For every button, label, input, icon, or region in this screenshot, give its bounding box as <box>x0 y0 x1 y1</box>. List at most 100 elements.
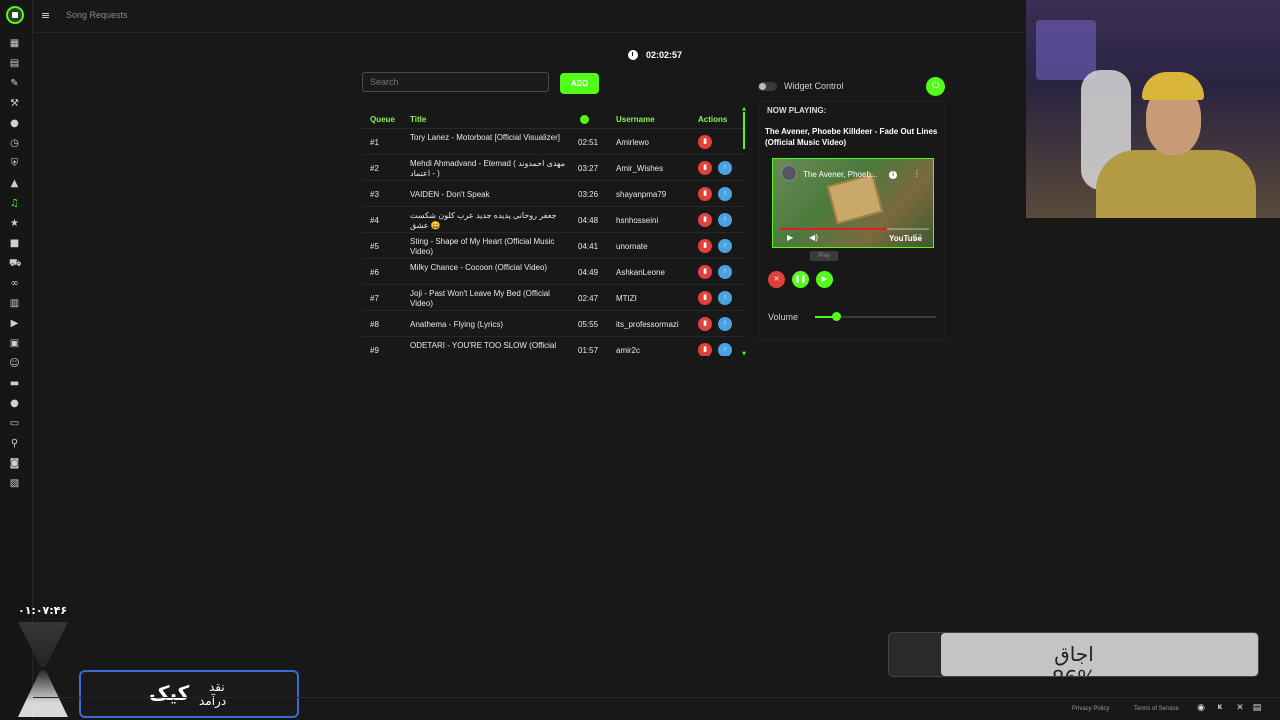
warning-icon[interactable]: ▲ <box>9 178 20 189</box>
queue-number: #4 <box>370 216 379 225</box>
table-row[interactable]: #8 Anathema - Flying (Lyrics) 05:55 its_pro… <box>362 311 746 337</box>
hammer-icon[interactable]: ⚒ <box>9 98 20 109</box>
header-queue[interactable]: Queue <box>370 115 395 124</box>
channel-avatar[interactable] <box>781 165 797 181</box>
timer-value: 02:02:57 <box>646 50 683 60</box>
pen-icon[interactable]: ✎ <box>9 78 20 89</box>
song-title: VAIDEN - Don't Speak <box>410 190 490 199</box>
song-duration: 01:57 <box>578 346 599 355</box>
video-icon[interactable]: ▶ <box>9 318 20 329</box>
video-thumbnail <box>826 173 884 225</box>
menu-toggle-icon[interactable]: ≡ <box>41 10 52 21</box>
document-icon[interactable]: ▤ <box>9 58 20 69</box>
delete-button[interactable]: ▮ <box>698 343 712 356</box>
delete-button[interactable]: ▮ <box>698 161 712 175</box>
delete-button[interactable]: ▮ <box>698 239 712 253</box>
move-up-button[interactable]: ↑ <box>718 213 732 227</box>
app-logo[interactable] <box>6 6 24 24</box>
requester-username: its_professormazi <box>616 320 679 329</box>
queue-number: #6 <box>370 268 379 277</box>
search-input[interactable] <box>362 72 549 92</box>
overlay-elapsed-time: ۰۱:۰۷:۴۶ <box>18 604 68 617</box>
table-row[interactable]: #3 VAIDEN - Don't Speak 03:26 shayanpma79 ▮ ↑ <box>362 181 746 207</box>
scrollbar-thumb[interactable] <box>743 112 745 149</box>
gamepad-icon[interactable]: ◙ <box>9 458 20 469</box>
privacy-policy-link[interactable]: Privacy Policy <box>1072 706 1109 712</box>
add-button[interactable]: ADD <box>560 73 599 94</box>
song-duration: 05:55 <box>578 320 599 329</box>
chat-icon[interactable]: ● <box>9 118 20 129</box>
cart-icon[interactable]: ⛟ <box>9 258 22 269</box>
volume-slider-knob[interactable] <box>831 312 841 321</box>
volume-icon[interactable]: ◀) <box>809 233 818 242</box>
shield-icon[interactable]: ⛨ <box>9 158 20 169</box>
emoji-icon[interactable]: ☺ <box>9 358 20 369</box>
move-up-button[interactable]: ↑ <box>718 317 732 331</box>
table-row[interactable]: #7 Joji - Past Won't Leave My Bed (Offici… <box>362 285 746 311</box>
move-up-button[interactable]: ↑ <box>718 343 732 356</box>
move-up-button[interactable]: ↑ <box>718 291 732 305</box>
table-row[interactable]: #5 Sting - Shape of My Heart (Official Mu… <box>362 233 746 259</box>
volume-slider[interactable] <box>815 312 936 321</box>
search-icon[interactable]: ⚲ <box>9 438 20 449</box>
document-icon[interactable]: ▤ <box>1251 703 1263 713</box>
play-icon[interactable]: ▶ <box>787 233 793 242</box>
scroll-up-arrow-icon[interactable]: ▲ <box>741 107 747 112</box>
id-card-icon[interactable]: ▧ <box>9 478 20 489</box>
stop-button[interactable]: ✕ <box>768 271 785 288</box>
info-icon[interactable]: i <box>889 171 897 179</box>
header-username[interactable]: Username <box>616 115 655 124</box>
discord-icon[interactable]: ◉ <box>1195 703 1207 713</box>
clock-icon[interactable]: ◷ <box>9 138 20 149</box>
table-row[interactable]: #2 Mehdi Ahmadvand - Etemad ( مهدی احمدون… <box>362 155 746 181</box>
music-icon[interactable]: ♫ <box>9 198 20 209</box>
delete-button[interactable]: ▮ <box>698 213 712 227</box>
video-title[interactable]: The Avener, Phoeb... <box>803 170 878 179</box>
dashboard-icon[interactable]: ▦ <box>9 38 20 49</box>
gift-icon[interactable]: ■ <box>9 238 20 249</box>
power-button[interactable]: ⏻ <box>926 77 945 96</box>
table-row[interactable]: #6 Milky Chance - Cocoon (Official Video)… <box>362 259 746 285</box>
pause-button[interactable]: ❚❚ <box>792 271 809 288</box>
star-icon[interactable]: ★ <box>9 218 20 229</box>
kick-icon[interactable]: K <box>1214 703 1226 713</box>
youtube-player[interactable]: The Avener, Phoeb... i ⋮ ▶ ◀) YouTube ⛶ <box>772 158 934 248</box>
queue-scrollbar[interactable] <box>743 110 746 356</box>
scroll-down-arrow-icon[interactable]: ▼ <box>741 352 747 357</box>
lock-icon[interactable]: ▣ <box>9 338 20 349</box>
chart-icon[interactable]: ▥ <box>9 298 20 309</box>
more-options-icon[interactable]: ⋮ <box>913 169 921 178</box>
header-duration[interactable] <box>580 115 589 126</box>
song-duration: 03:27 <box>578 164 599 173</box>
queue-number: #2 <box>370 164 379 173</box>
play-button[interactable]: ▶ <box>816 271 833 288</box>
move-up-button[interactable]: ↑ <box>718 161 732 175</box>
message-icon[interactable]: ● <box>9 398 20 409</box>
move-up-button[interactable]: ↑ <box>718 187 732 201</box>
clapper-icon[interactable]: ▬ <box>9 378 20 389</box>
move-up-button[interactable]: ↑ <box>718 239 732 253</box>
now-playing-title: The Avener, Phoebe Killdeer - Fade Out L… <box>765 127 938 147</box>
table-row[interactable]: #4 جعفر روحانی پدیده جدید عرب کلون شکست ع… <box>362 207 746 233</box>
terms-of-service-link[interactable]: Terms of Service <box>1134 706 1179 712</box>
video-progress-bar[interactable] <box>779 228 929 230</box>
table-row[interactable]: #9 ODETARI - YOU'RE TOO SLOW (Official 01:… <box>362 337 746 356</box>
header-title[interactable]: Title <box>410 115 426 124</box>
table-row[interactable]: #1 Tory Lanez - Motorboat [Official Visua… <box>362 129 746 155</box>
delete-button[interactable]: ▮ <box>698 317 712 331</box>
move-up-button[interactable]: ↑ <box>718 265 732 279</box>
widget-control-label: Widget Control <box>784 81 844 91</box>
goal-progress-bar: اجاق 86% <box>888 632 1259 677</box>
monitor-icon[interactable]: ▭ <box>9 418 20 429</box>
delete-button[interactable]: ▮ <box>698 265 712 279</box>
link-icon[interactable]: ∞ <box>9 278 20 289</box>
delete-button[interactable]: ▮ <box>698 187 712 201</box>
queue-number: #1 <box>370 138 379 147</box>
requester-username: MTIZI <box>616 294 637 303</box>
widget-control-toggle[interactable] <box>758 82 777 91</box>
x-icon[interactable]: ✕ <box>1234 703 1246 713</box>
fullscreen-icon[interactable]: ⛶ <box>915 233 921 243</box>
delete-button[interactable]: ▮ <box>698 135 712 149</box>
delete-button[interactable]: ▮ <box>698 291 712 305</box>
song-title: Mehdi Ahmadvand - Etemad ( مهدی احمدوند … <box>410 159 565 178</box>
